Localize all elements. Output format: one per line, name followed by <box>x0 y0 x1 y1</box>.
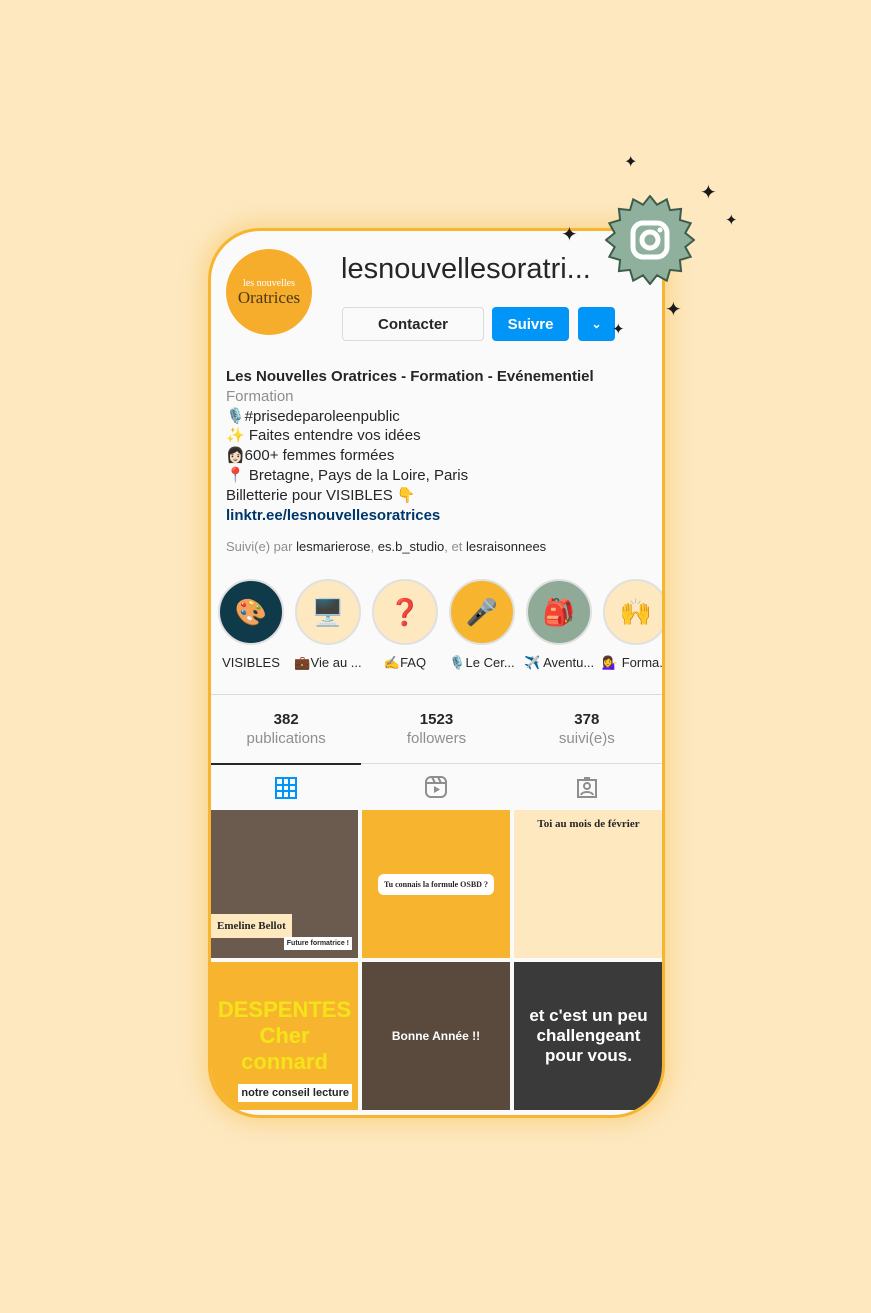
highlight-icon: 🖥️ <box>311 596 345 627</box>
highlight-label: 💁‍♀️ Forma... <box>601 655 665 670</box>
highlight-cover: ❓ <box>372 579 438 645</box>
and: , et <box>444 539 463 554</box>
stat-value: 1523 <box>419 711 454 728</box>
highlight-icon: 🙌 <box>619 596 653 627</box>
contact-button[interactable]: Contacter <box>342 307 484 341</box>
post-text: et c'est un peu challengeant pour vous. <box>529 1006 648 1065</box>
story-highlight[interactable]: 🖥️ 💼Vie au ... <box>293 579 363 671</box>
tab-tagged[interactable] <box>512 764 662 810</box>
sparkle-icon: ✦ <box>725 212 738 229</box>
post-text: Emeline Bellot <box>211 914 292 938</box>
post-thumbnail[interactable]: DESPENTES Cher connard notre conseil lect… <box>211 962 358 1110</box>
bio-line: 🎙️#prisedeparoleenpublic <box>226 407 400 425</box>
chevron-down-icon[interactable]: ⌄ <box>578 307 615 341</box>
tab-reels[interactable] <box>361 764 511 810</box>
reels-icon <box>425 776 448 798</box>
sparkle-icon: ✦ <box>561 224 578 246</box>
highlight-cover: 🙌 <box>603 579 662 645</box>
sparkle-icon: ✦ <box>624 154 638 171</box>
bio-link[interactable]: linktr.ee/lesnouvellesoratrices <box>226 506 594 526</box>
bio-category: Formation <box>226 387 294 405</box>
post-text: DESPENTES Cher connard <box>217 997 352 1074</box>
highlight-icon: 🎒 <box>542 596 576 627</box>
follower-link[interactable]: lesraisonnees <box>466 539 546 554</box>
profile-tabs <box>211 763 662 810</box>
highlight-label: 💼Vie au ... <box>294 655 362 670</box>
stat-value: 382 <box>273 711 299 728</box>
highlight-cover: 🎨 <box>218 579 284 645</box>
instagram-badge-icon <box>605 195 695 285</box>
profile-avatar[interactable]: les nouvelles Oratrices <box>226 249 312 335</box>
bio-name: Les Nouvelles Oratrices - Formation - Ev… <box>226 368 594 385</box>
post-text: Tu connais la formule OSBD ? <box>378 873 494 895</box>
highlight-icon: 🎤 <box>465 596 499 627</box>
post-thumbnail[interactable]: et c'est un peu challengeant pour vous. <box>514 962 662 1110</box>
highlight-icon: ❓ <box>388 596 422 627</box>
followed-prefix: Suivi(e) par <box>226 539 293 554</box>
highlight-label: VISIBLES <box>222 655 280 670</box>
follower-link[interactable]: es.b_studio <box>378 539 445 554</box>
post-text: Bonne Année !! <box>391 1029 481 1043</box>
bio-line: 👩🏻600+ femmes formées <box>226 447 395 465</box>
followed-by[interactable]: Suivi(e) par lesmarierose, es.b_studio, … <box>226 539 546 554</box>
bio: Les Nouvelles Oratrices - Formation - Ev… <box>226 367 594 525</box>
username: lesnouvellesoratri... <box>341 253 591 285</box>
bio-line: 📍 Bretagne, Pays de la Loire, Paris <box>226 466 469 484</box>
sparkle-icon: ✦ <box>665 299 682 321</box>
tab-posts[interactable] <box>211 763 362 810</box>
tagged-icon <box>576 777 597 798</box>
bio-line: Billetterie pour VISIBLES 👇 <box>226 486 416 504</box>
highlight-cover: 🎤 <box>449 579 515 645</box>
stat-following[interactable]: 378 suivi(e)s <box>512 695 662 763</box>
post-subtext: Future formatrice ! <box>283 937 352 950</box>
highlight-label: ✍️FAQ <box>383 655 427 670</box>
follow-button[interactable]: Suivre <box>492 307 569 341</box>
stat-label: followers <box>406 730 467 747</box>
highlight-label: ✈️ Aventu... <box>524 655 594 670</box>
highlight-cover: 🖥️ <box>295 579 361 645</box>
stat-publications[interactable]: 382 publications <box>211 695 361 763</box>
sparkle-icon: ✦ <box>612 321 625 338</box>
stat-followers[interactable]: 1523 followers <box>361 695 511 763</box>
stat-label: suivi(e)s <box>558 730 615 747</box>
bio-line: ✨ Faites entendre vos idées <box>226 427 421 445</box>
post-text: Toi au mois de février <box>537 818 640 830</box>
story-highlight[interactable]: 🎒 ✈️ Aventu... <box>524 579 594 671</box>
phone-frame: les nouvelles Oratrices lesnouvellesoratr… <box>208 228 665 1118</box>
stat-value: 378 <box>574 711 600 728</box>
follower-link[interactable]: lesmarierose <box>296 539 370 554</box>
story-highlight[interactable]: 🎨 VISIBLES <box>216 579 286 670</box>
story-highlight[interactable]: 🎤 🎙️Le Cer... <box>447 579 517 671</box>
highlight-label: 🎙️Le Cer... <box>449 655 515 670</box>
post-thumbnail[interactable]: Bonne Année !! <box>362 962 510 1110</box>
grid-icon <box>275 776 298 799</box>
story-highlight[interactable]: 🙌 💁‍♀️ Forma... <box>601 579 665 671</box>
post-thumbnail[interactable]: Toi au mois de février <box>514 810 662 958</box>
post-thumbnail[interactable]: Tu connais la formule OSBD ? <box>362 810 510 958</box>
highlight-icon: 🎨 <box>234 596 268 627</box>
post-thumbnail[interactable]: Emeline Bellot Future formatrice ! <box>211 810 358 958</box>
post-subtext: notre conseil lecture <box>238 1084 352 1102</box>
posts-grid: Emeline Bellot Future formatrice ! Tu conn… <box>211 810 662 1110</box>
sparkle-icon: ✦ <box>700 182 717 204</box>
stats-bar: 382 publications 1523 followers 378 suivi(e… <box>211 694 662 764</box>
stat-label: publications <box>246 730 326 747</box>
sep: , <box>370 539 378 554</box>
avatar-text: Oratrices <box>237 287 301 307</box>
story-highlight[interactable]: ❓ ✍️FAQ <box>370 579 440 671</box>
highlight-cover: 🎒 <box>526 579 592 645</box>
